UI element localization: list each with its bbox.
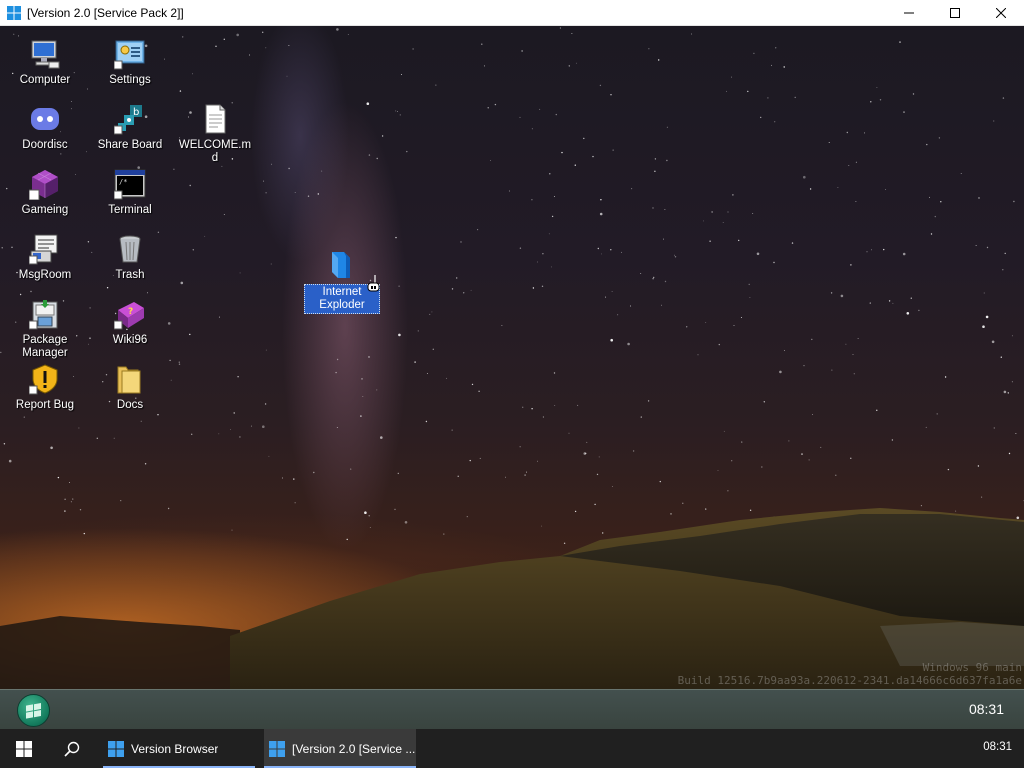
minimize-icon — [904, 12, 914, 14]
guest-clock: 08:31 — [968, 701, 1004, 717]
maximize-icon — [950, 8, 960, 18]
guest-start-button[interactable] — [17, 694, 50, 727]
desktop-icon-gameing[interactable]: Gameing — [7, 168, 83, 217]
computer-icon — [31, 40, 60, 69]
desktop-icon-label: Wiki96 — [112, 334, 148, 346]
desktop-icon-package-manager[interactable]: Package Manager — [7, 298, 83, 360]
host-taskbar: Version Browser [Version 2.0 [Service ..… — [0, 729, 1024, 768]
windows-logo-icon — [16, 740, 32, 757]
internet-exploder-icon — [332, 252, 350, 278]
close-button[interactable] — [978, 0, 1024, 26]
desktop-icon-terminal[interactable]: /* Terminal — [92, 168, 168, 217]
watermark-line-2: Build 12516.7b9aa93a.220612-2341.da14666… — [677, 674, 1022, 687]
taskbar-app-label: Version Browser — [131, 741, 219, 756]
desktop-icon-label: Share Board — [97, 139, 163, 151]
desktop-icon-wiki96[interactable]: ? Wiki96 — [92, 298, 168, 347]
wiki96-icon: ? — [114, 302, 144, 330]
package-manager-icon — [29, 300, 58, 330]
desktop-icon-share-board[interactable]: b Share Board — [92, 103, 168, 152]
watermark-line-1: Windows 96 main — [922, 661, 1022, 674]
desktop-icon-msgroom[interactable]: MsgRoom — [7, 233, 83, 282]
window-title-bar: [Version 2.0 [Service Pack 2]] — [0, 0, 1024, 26]
host-clock: 08:31 — [983, 741, 1012, 753]
msgroom-icon — [29, 234, 58, 265]
desktop[interactable]: Computer Doordisc Gameing MsgRoom Packag… — [0, 26, 1024, 689]
gameing-icon — [29, 170, 58, 200]
taskbar-app-label: [Version 2.0 [Service ... — [292, 741, 416, 756]
taskbar-app-version-window[interactable]: [Version 2.0 [Service ... — [264, 729, 416, 768]
desktop-icon-trash[interactable]: Trash — [92, 233, 168, 282]
report-bug-icon — [29, 364, 58, 395]
windows-logo-icon — [108, 740, 124, 757]
desktop-icon-label: Docs — [116, 399, 144, 411]
taskbar-app-version-browser[interactable]: Version Browser — [103, 729, 255, 768]
desktop-icon-label: Terminal — [108, 204, 152, 216]
desktop-icon-docs[interactable]: Docs — [92, 363, 168, 412]
window-title: [Version 2.0 [Service Pack 2]] — [27, 5, 184, 20]
terminal-icon: /* — [114, 169, 146, 200]
desktop-icon-settings[interactable]: Settings — [92, 38, 168, 87]
minimize-button[interactable] — [886, 0, 932, 26]
share-board-icon: b — [114, 105, 142, 135]
desktop-icon-label: MsgRoom — [18, 269, 72, 281]
desktop-icon-label: Settings — [109, 74, 151, 86]
doordisc-icon — [31, 108, 59, 130]
desktop-icon-label: Gameing — [21, 204, 69, 216]
desktop-icon-report-bug[interactable]: Report Bug — [7, 363, 83, 412]
mouse-cursor-icon — [367, 275, 380, 292]
svg-text:?: ? — [128, 307, 133, 317]
svg-text:/*: /* — [119, 178, 127, 186]
desktop-icon-label: Computer — [19, 74, 71, 86]
build-watermark: Windows 96 main Build 12516.7b9aa93a.220… — [678, 661, 1022, 687]
desktop-icon-label: Doordisc — [22, 139, 68, 151]
folder-icon — [117, 366, 141, 394]
close-icon — [996, 8, 1006, 18]
window-controls — [886, 0, 1024, 26]
trash-icon — [119, 235, 141, 263]
maximize-button[interactable] — [932, 0, 978, 26]
desktop-icon-label: Package Manager — [22, 334, 68, 359]
guest-taskbar: 08:31 — [0, 689, 1024, 729]
desktop-icon-welcome-md[interactable]: WELCOME.md — [177, 103, 253, 165]
settings-icon — [114, 40, 145, 70]
document-icon — [205, 104, 226, 134]
search-icon — [64, 741, 80, 757]
desktop-icon-label: Report Bug — [15, 399, 75, 411]
windows96-logo-icon — [25, 702, 41, 719]
desktop-icon-label: WELCOME.md — [178, 139, 252, 164]
start-button[interactable] — [0, 729, 48, 768]
desktop-icon-computer[interactable]: Computer — [7, 38, 83, 87]
desktop-icon-label: Trash — [115, 269, 145, 281]
desktop-icon-doordisc[interactable]: Doordisc — [7, 103, 83, 152]
windows-logo-icon — [269, 740, 285, 757]
windows-logo-icon — [7, 5, 21, 20]
search-button[interactable] — [48, 729, 96, 768]
